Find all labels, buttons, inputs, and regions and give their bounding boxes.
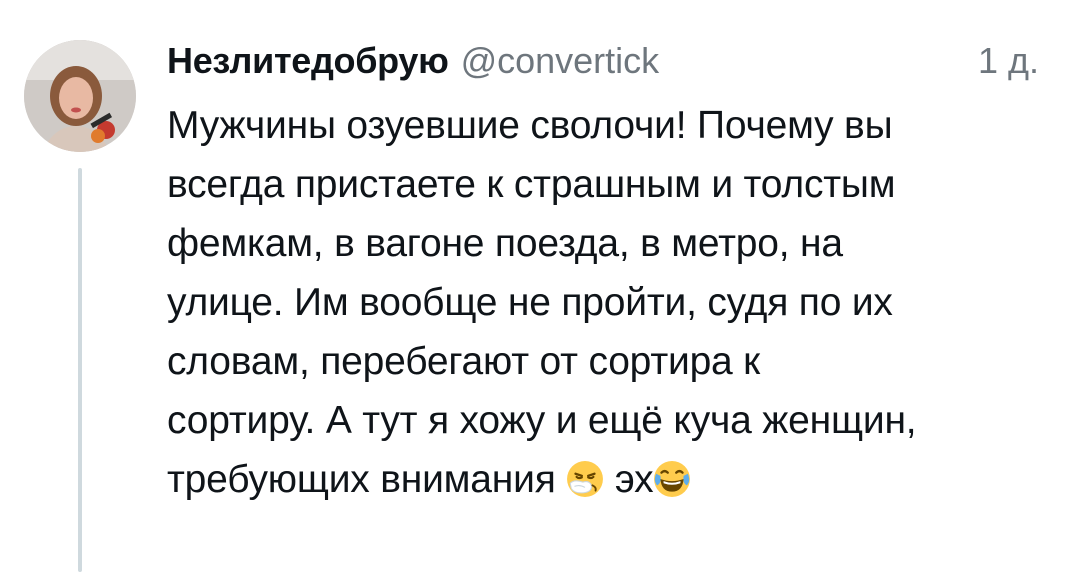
tweet-header: Незлитедобрую @convertick 1 д.: [167, 40, 1047, 90]
tweet-text-line: требующих внимания: [167, 458, 556, 501]
tweet-text-tail: эх: [614, 458, 654, 501]
tweet[interactable]: Незлитедобрую @convertick 1 д. Мужчины о…: [0, 0, 1071, 572]
tweet-text-line: фемкам, в вагоне поезда, в метро, на: [167, 222, 843, 265]
thread-line: [78, 168, 82, 572]
timestamp[interactable]: 1 д.: [978, 40, 1039, 82]
tweet-text-last-line: требующих внимания эх: [167, 450, 1047, 509]
avatar[interactable]: [24, 40, 136, 152]
display-name[interactable]: Незлитедобрую: [167, 40, 449, 82]
tweet-text-line: улице. Им вообще не пройти, судя по их: [167, 281, 893, 324]
tweet-text: Мужчины озуевшие сволочи! Почему вы всег…: [167, 96, 1047, 509]
tweet-text-line: всегда пристаете к страшным и толстым: [167, 163, 896, 206]
tweet-text-line: словам, перебегают от сортира к: [167, 340, 761, 383]
tweet-text-line: сортиру. А тут я хожу и ещё куча женщин,: [167, 399, 917, 442]
tweet-text-line: Мужчины озуевшие сволочи! Почему вы: [167, 104, 893, 147]
avatar-photo: [24, 40, 136, 152]
user-handle[interactable]: @convertick: [461, 40, 660, 82]
tears-of-joy-icon: [653, 460, 691, 498]
sneezing-face-icon: [566, 460, 604, 498]
